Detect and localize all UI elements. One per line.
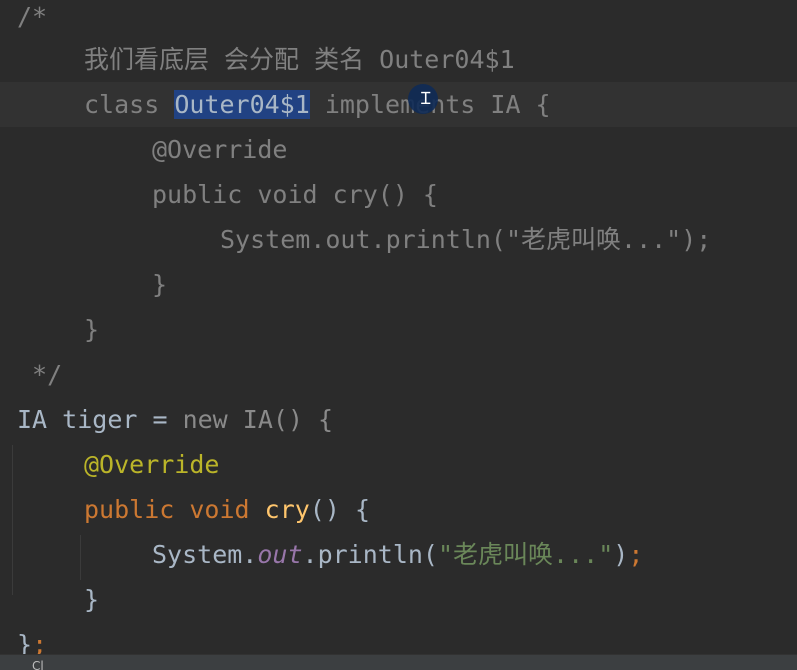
code-line-3[interactable]: class Outer04$1 implements IA {	[0, 82, 797, 127]
bottom-panel[interactable]: Cl	[0, 654, 797, 670]
code-line-9[interactable]: */	[0, 352, 797, 397]
code-line-1[interactable]: /*	[0, 0, 797, 39]
code-line-8[interactable]: }	[0, 307, 797, 352]
code-line-10[interactable]: IA tiger = new IA() {	[0, 397, 797, 442]
code-line-5[interactable]: public void cry() {	[0, 172, 797, 217]
code-line-6[interactable]: System.out.println("老虎叫唤...");	[0, 217, 797, 262]
code-line-11[interactable]: @Override	[0, 442, 797, 487]
text-cursor-icon: Ɪ	[421, 89, 431, 109]
code-line-12[interactable]: public void cry() {	[0, 487, 797, 532]
code-line-7[interactable]: }	[0, 262, 797, 307]
code-line-13[interactable]: System.out.println("老虎叫唤...");	[0, 532, 797, 577]
selected-text: Outer04$1	[174, 90, 310, 119]
code-line-4[interactable]: @Override	[0, 127, 797, 172]
code-line-14[interactable]: }	[0, 577, 797, 622]
code-editor[interactable]: /* 我们看底层 会分配 类名 Outer04$1 class Outer04$…	[0, 0, 797, 670]
panel-label: Cl	[32, 659, 44, 670]
code-line-2[interactable]: 我们看底层 会分配 类名 Outer04$1	[0, 37, 797, 82]
